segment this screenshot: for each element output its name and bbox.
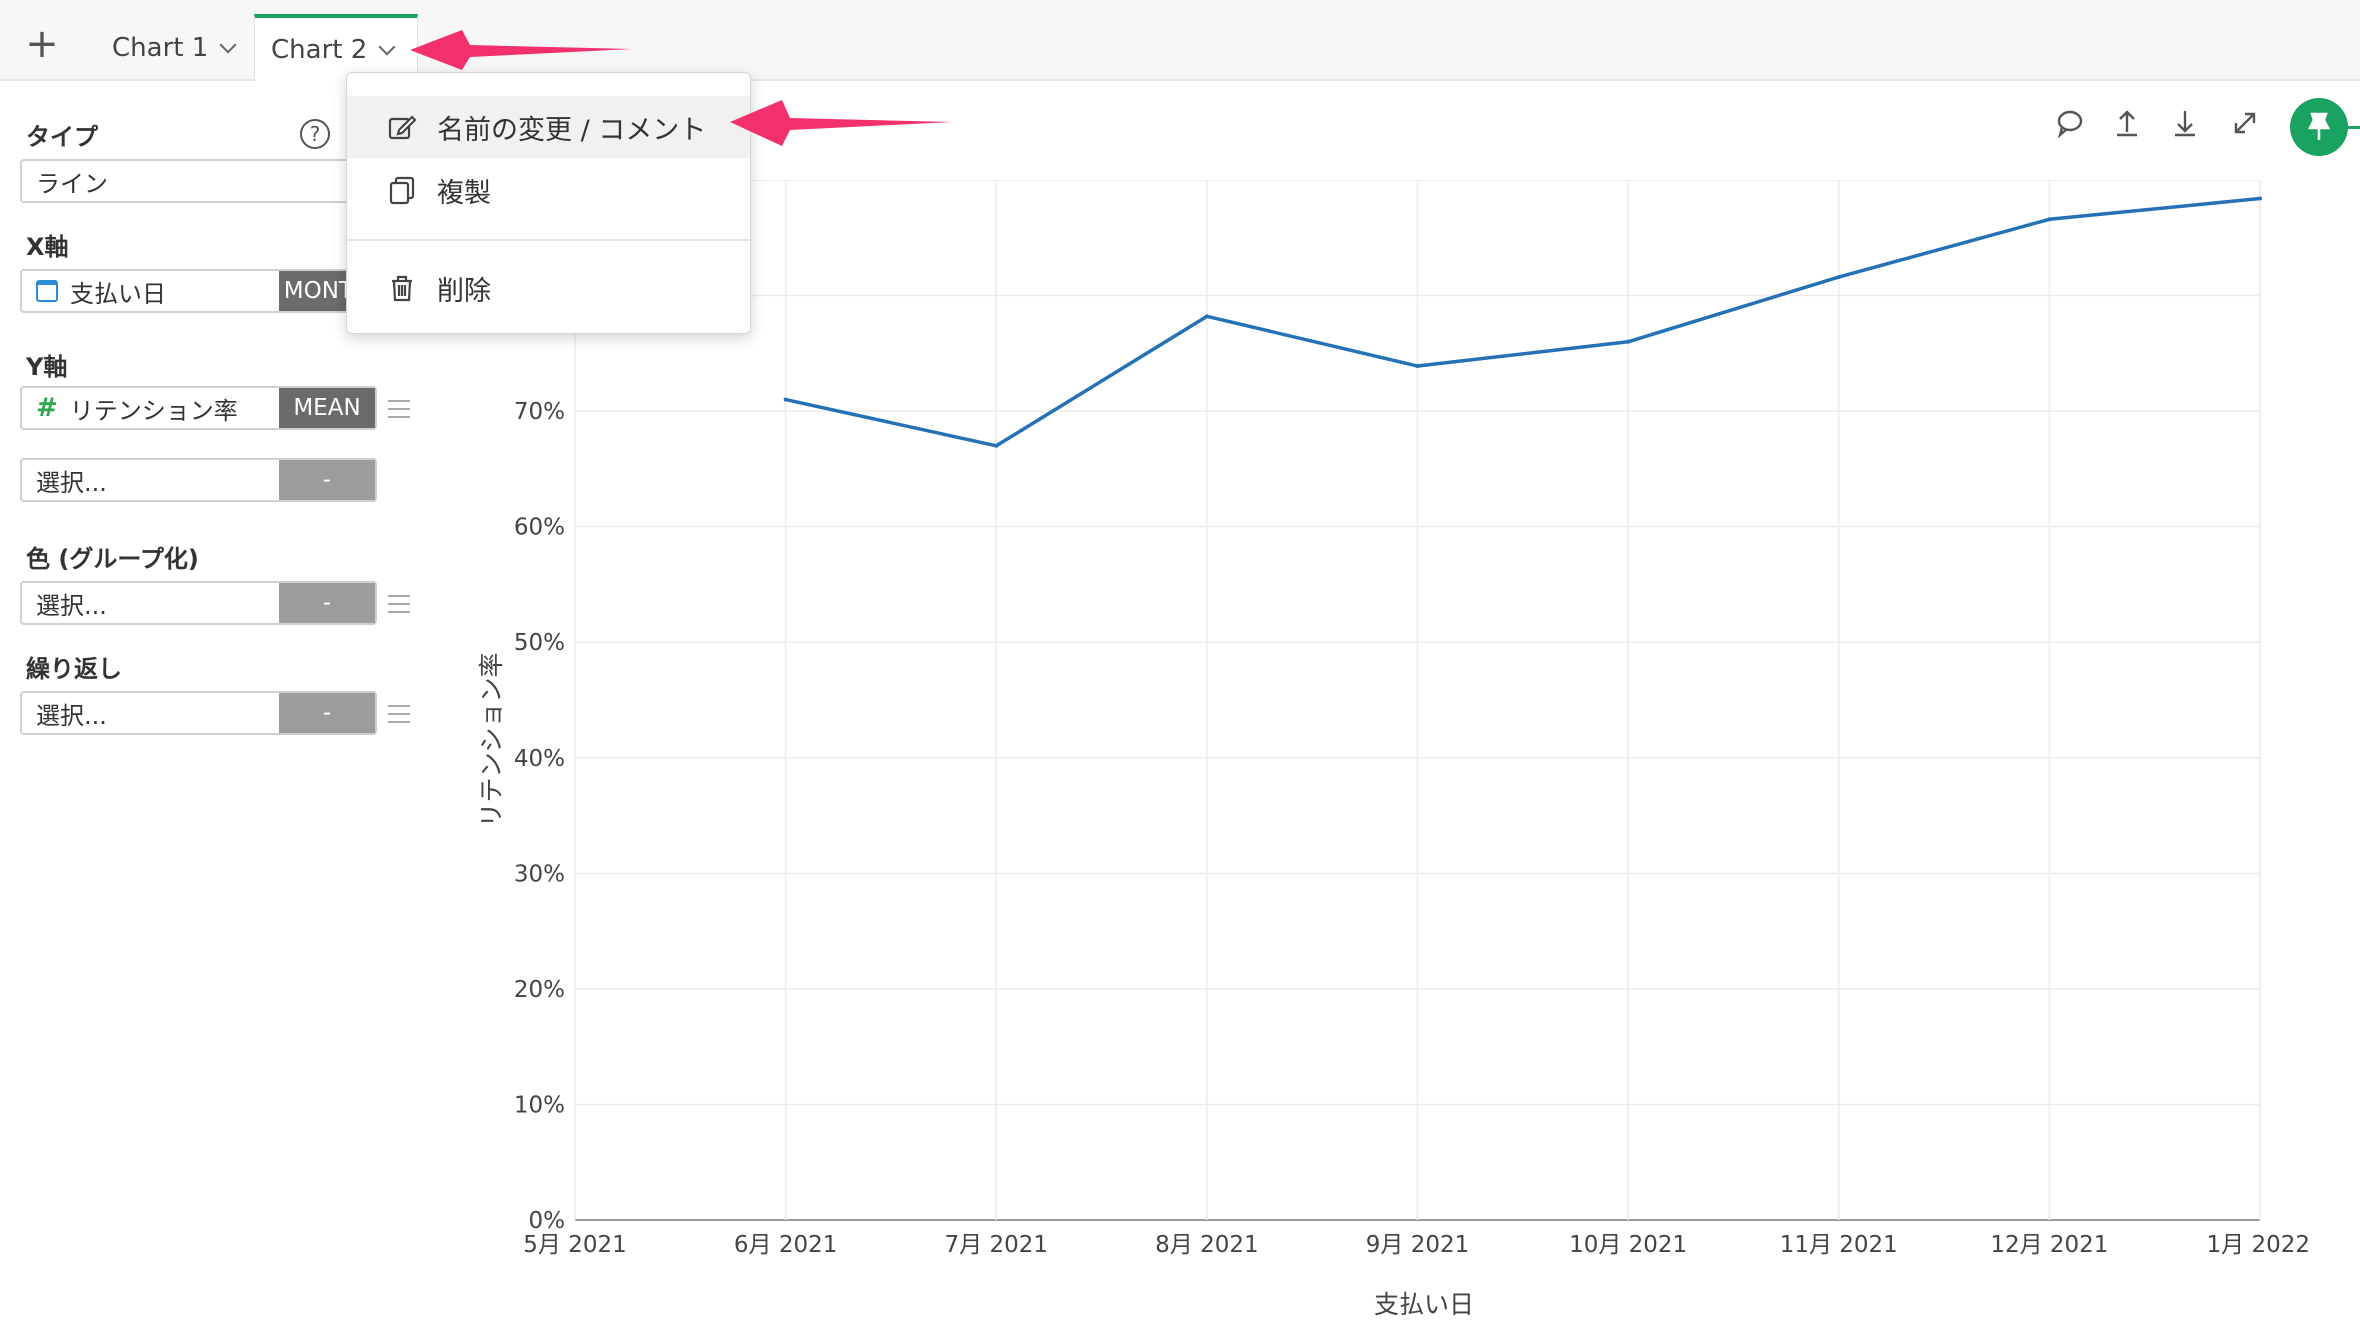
y-tick-label: 40% [514,746,565,772]
color-group-field[interactable]: 選択... - [20,581,377,625]
y-tick-label: 10% [514,1092,565,1118]
menu-item-rename[interactable]: 名前の変更 / コメント [347,96,750,158]
type-label: タイプ [26,123,98,151]
pin-icon [2307,112,2331,140]
drag-handle-icon[interactable] [388,400,410,418]
x-tick-label: 5月 2021 [523,1232,626,1258]
y-tick-label: 0% [529,1208,566,1234]
y-axis-extra-field[interactable]: 選択... - [20,458,377,502]
x-tick-label: 9月 2021 [1366,1232,1469,1258]
tab-context-menu: 名前の変更 / コメント 複製 削除 [346,72,751,334]
y-axis-title: リテンション率 [477,652,506,827]
help-icon[interactable]: ? [300,119,330,149]
arrow-to-rename-item [730,100,952,146]
x-tick-label: 12月 2021 [1990,1232,2108,1258]
x-axis-field[interactable]: 支払い日 MONTH [20,269,377,313]
number-icon: # [36,393,58,423]
drag-handle-icon[interactable] [388,705,410,723]
x-tick-label: 11月 2021 [1780,1232,1898,1258]
type-value: ライン [36,169,108,198]
repeat-placeholder: 選択... [36,701,107,730]
color-group-label: 色 (グループ化) [26,545,199,573]
tab-bar: + Chart 1 Chart 2 [0,0,2360,81]
drag-handle-icon[interactable] [388,595,410,613]
calendar-icon [36,280,58,302]
y-axis-extra-aggregation[interactable]: - [279,460,375,500]
x-tick-label: 8月 2021 [1155,1232,1258,1258]
chevron-down-icon [219,36,237,53]
x-tick-label: 10月 2021 [1569,1232,1687,1258]
download-icon[interactable] [2168,106,2202,140]
color-group-placeholder: 選択... [36,591,107,620]
edit-icon [387,112,417,142]
repeat-label: 繰り返し [26,655,122,683]
add-tab-button[interactable]: + [18,20,66,68]
y-tick-label: 20% [514,977,565,1003]
data-point [783,397,788,402]
x-axis-value: 支払い日 [70,279,166,308]
data-point [1836,275,1841,280]
pin-connector [2346,126,2360,129]
line-chart: 0%10%20%30%40%50%60%70%80% 5月 20216月 202… [477,180,2310,1319]
data-point [2047,217,2052,222]
comment-icon[interactable] [2053,106,2087,140]
y-tick-label: 60% [514,515,565,541]
tab-chart-1[interactable]: Chart 1 [96,14,250,81]
repeat-field[interactable]: 選択... - [20,691,377,735]
y-axis-label: Y軸 [26,353,68,381]
y-axis-extra-placeholder: 選択... [36,468,107,497]
x-axis-title: 支払い日 [1374,1290,1474,1319]
y-tick-label: 70% [514,399,565,425]
x-tick-label: 6月 2021 [734,1232,837,1258]
repeat-aggregation[interactable]: - [279,693,375,733]
copy-icon [387,175,417,205]
menu-item-label: 削除 [437,275,491,307]
tab-chart-2[interactable]: Chart 2 [254,14,418,81]
y-axis-field[interactable]: # リテンション率 MEAN [20,386,377,430]
x-axis-label: X軸 [26,233,69,261]
y-tick-label: 30% [514,861,565,887]
type-select[interactable]: ライン [20,159,377,203]
data-point [994,443,999,448]
chevron-down-icon[interactable] [378,38,396,55]
menu-divider [347,239,750,241]
upload-icon[interactable] [2110,106,2144,140]
data-point [2258,196,2262,201]
data-point [1415,364,1420,369]
menu-item-label: 複製 [437,177,491,209]
data-point [1626,339,1631,344]
tab-label: Chart 1 [112,32,209,63]
menu-item-label: 名前の変更 / コメント [437,114,707,146]
data-point [1204,314,1209,319]
y-axis-aggregation[interactable]: MEAN [279,388,375,428]
trash-icon [387,273,417,303]
x-tick-label: 7月 2021 [945,1232,1048,1258]
y-tick-label: 50% [514,630,565,656]
menu-item-duplicate[interactable]: 複製 [347,159,750,221]
expand-icon[interactable] [2228,106,2262,140]
tab-label: Chart 2 [271,34,368,65]
y-axis-value: リテンション率 [69,396,238,425]
menu-item-delete[interactable]: 削除 [347,257,750,319]
pin-button[interactable] [2290,98,2348,156]
x-tick-label: 1月 2022 [2207,1232,2310,1258]
series-line [785,196,2261,448]
color-group-aggregation[interactable]: - [279,583,375,623]
